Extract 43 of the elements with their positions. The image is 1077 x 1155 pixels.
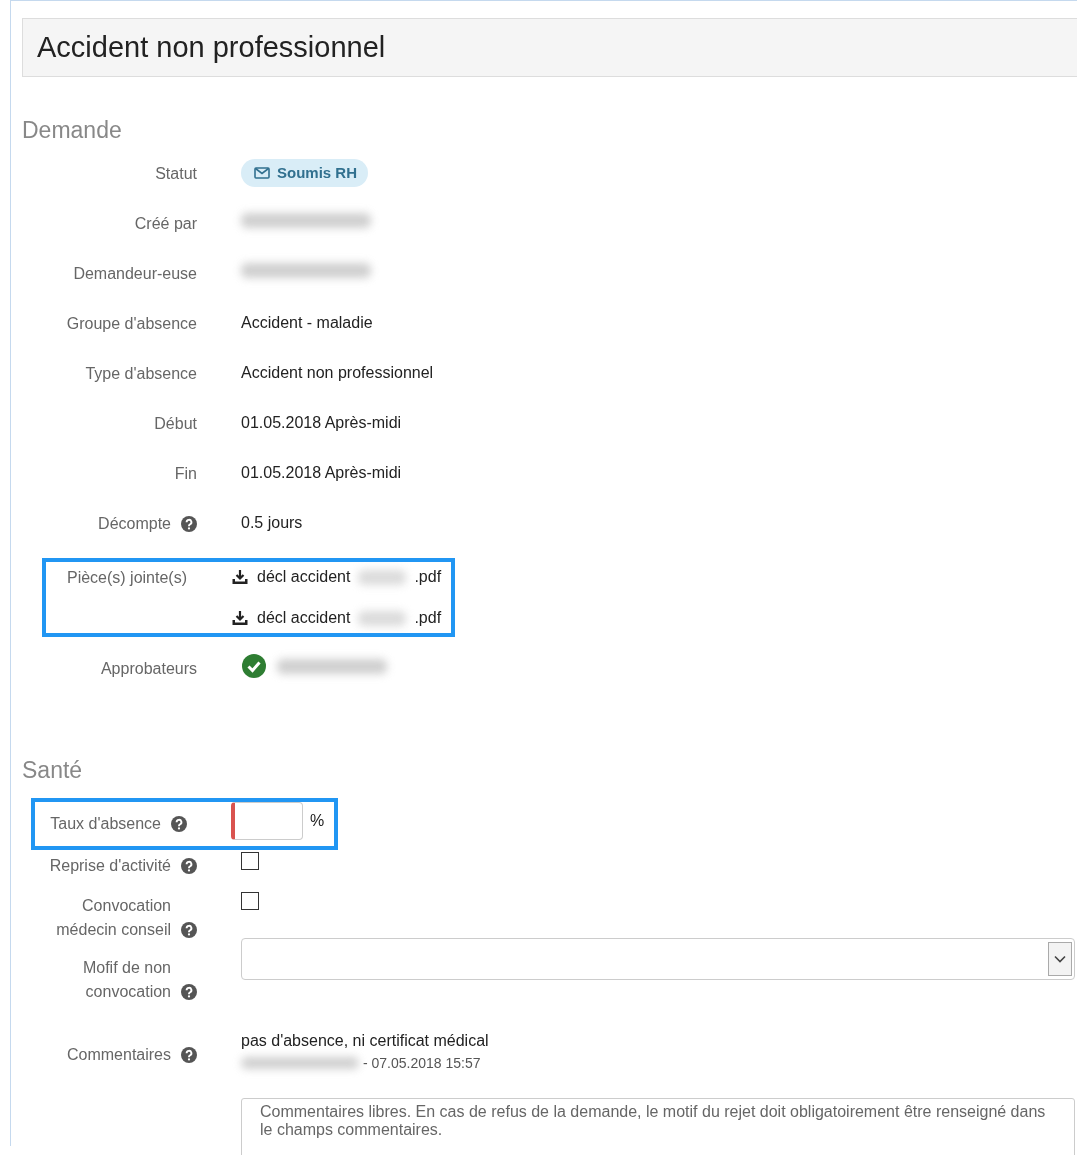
help-icon[interactable] — [181, 922, 197, 938]
field-label: Mofif de non convocation — [81, 958, 171, 1002]
field-value: 01.05.2018 Après-midi — [241, 464, 402, 481]
section-title: Demande — [22, 117, 123, 144]
field-label: Approbateurs — [100, 659, 197, 679]
field-value: Accident - maladie — [241, 314, 373, 331]
field-label: Décompte — [98, 514, 171, 534]
field-value: 01.05.2018 Après-midi — [241, 414, 402, 431]
help-icon[interactable] — [181, 516, 197, 532]
field-label: Créé par — [134, 214, 197, 234]
checkbox[interactable] — [241, 892, 259, 910]
help-icon[interactable] — [181, 984, 197, 1000]
help-icon[interactable] — [181, 858, 197, 874]
field-label: Commentaires — [66, 1045, 171, 1065]
download-icon — [231, 610, 249, 626]
field-label: Pièce(s) jointe(s) — [66, 568, 187, 588]
download-icon — [231, 569, 249, 585]
field-label: Reprise d'activité — [49, 856, 171, 876]
field-value: Accident non professionnel — [241, 364, 434, 381]
comment-text: pas d'absence, ni certificat médical — [241, 1031, 490, 1051]
field-label: Convocation médecin conseil — [55, 896, 171, 940]
field-label: Taux d'absence — [50, 814, 161, 834]
status-text: Soumis RH — [277, 163, 357, 183]
page-title: Accident non professionnel — [37, 31, 387, 64]
field-value: 0.5 jours — [241, 514, 303, 531]
caret-icon — [1048, 942, 1072, 976]
field-label: Type d'absence — [85, 364, 197, 384]
unit-label: % — [310, 811, 325, 831]
field-label: Fin — [174, 464, 197, 484]
field-label: Demandeur-euse — [73, 264, 197, 284]
field-label: Groupe d'absence — [66, 314, 197, 334]
envelope-icon — [254, 167, 270, 179]
comment-field[interactable]: Commentaires libres. En cas de refus de la demande, le motif du rejet doit obligatoirement être renseigné dans le champs commentaires. — [241, 1098, 1075, 1155]
comment-date: - 07.05.2018 15:57 — [363, 1054, 481, 1073]
field-label: Statut — [155, 164, 197, 184]
checkbox[interactable] — [241, 852, 259, 870]
attachment-link[interactable]: décl accident .pdf — [231, 566, 442, 588]
help-icon[interactable] — [171, 816, 187, 832]
field-label: Début — [154, 414, 197, 434]
help-icon[interactable] — [181, 1047, 197, 1063]
attachment-link[interactable]: décl accident .pdf — [231, 607, 442, 629]
section-title: Santé — [22, 757, 84, 784]
percent-input[interactable] — [231, 802, 303, 840]
